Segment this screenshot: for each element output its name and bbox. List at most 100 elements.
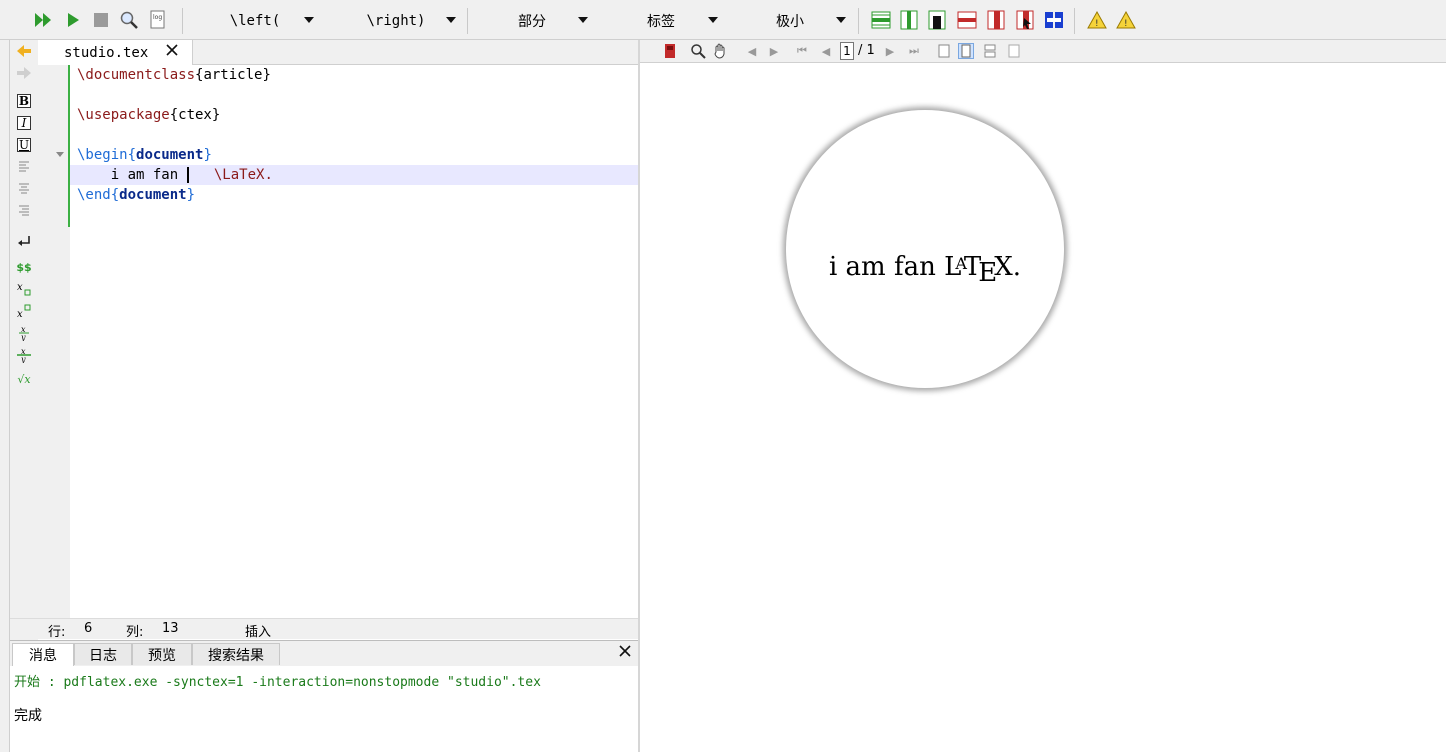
inline-math-button[interactable]: $$	[15, 258, 33, 276]
svg-text:y: y	[20, 355, 26, 363]
fraction-icon[interactable]: xy	[15, 324, 33, 342]
code-line-7: \end{document}	[77, 185, 195, 205]
pdf-preview[interactable]: i am fan LATEX.	[640, 63, 1446, 752]
forward-arrow-icon[interactable]	[15, 64, 33, 82]
svg-text:!: !	[1124, 19, 1128, 29]
left-delimiter-value: \left(	[229, 13, 281, 29]
previous-page-icon[interactable]: ◀	[818, 43, 834, 59]
chevron-down-icon	[578, 17, 588, 23]
rendered-text: i am fan LATEX.	[786, 252, 1064, 288]
page-number-input[interactable]: 1	[840, 42, 854, 60]
table-delete-cell-icon[interactable]	[1014, 9, 1036, 31]
table-add-column-icon[interactable]	[898, 9, 920, 31]
svg-text:y: y	[20, 333, 26, 341]
compile-done-message: 完成	[14, 708, 42, 724]
table-add-row-icon[interactable]	[870, 9, 892, 31]
column-value: 13	[162, 621, 179, 636]
left-delimiter-select[interactable]: \left(	[190, 8, 320, 34]
command-token: \usepackage	[77, 107, 170, 123]
section-select[interactable]: 部分	[470, 8, 594, 34]
tab-log[interactable]: 日志	[74, 643, 132, 665]
fold-marker-icon[interactable]	[56, 152, 64, 157]
code-line-1: \documentclass{article}	[77, 65, 271, 85]
double-play-icon[interactable]	[32, 9, 54, 31]
latex-logo: LATEX.	[944, 252, 1022, 288]
next-page-icon[interactable]: ▶	[882, 43, 898, 59]
warning-icon[interactable]: !	[1086, 9, 1108, 31]
close-icon[interactable]	[163, 43, 181, 61]
code-line-5: \begin{document}	[77, 145, 212, 165]
environment-token: document	[136, 147, 204, 163]
environment-token: document	[119, 187, 187, 203]
italic-button[interactable]: I	[17, 116, 31, 130]
svg-text:!: !	[1095, 19, 1099, 29]
subscript-icon[interactable]: x	[15, 280, 33, 298]
column-label: 列:	[126, 625, 144, 640]
side-panel-edge	[0, 40, 10, 752]
superscript-icon[interactable]: x	[15, 302, 33, 320]
chevron-down-icon	[304, 17, 314, 23]
svg-text:x: x	[17, 309, 23, 319]
tab-studio-tex[interactable]: studio.tex	[38, 40, 193, 65]
newline-icon[interactable]	[15, 232, 33, 250]
line-gutter	[38, 65, 70, 618]
tab-search-results[interactable]: 搜索结果	[192, 643, 280, 665]
command-token: \end	[77, 187, 111, 203]
tab-messages[interactable]: 消息	[12, 643, 74, 666]
label-select[interactable]: 标签	[598, 8, 724, 34]
tab-label: 日志	[89, 647, 117, 664]
editor-status-bar: 行: 6 列: 13 插入	[10, 618, 638, 640]
brace-token: }	[203, 147, 212, 163]
align-right-icon[interactable]	[15, 202, 33, 220]
row-value: 6	[84, 621, 93, 636]
play-icon[interactable]	[62, 9, 84, 31]
code-line-3: \usepackage{ctex}	[77, 105, 220, 125]
command-token: \LaTeX.	[213, 167, 273, 183]
hand-icon[interactable]	[712, 43, 728, 59]
back-arrow-icon[interactable]	[15, 42, 33, 60]
code-line-6: i am fan \LaTeX.	[77, 165, 273, 185]
svg-text:x: x	[17, 282, 23, 293]
tab-label: 搜索结果	[208, 647, 264, 664]
display-fraction-icon[interactable]: xy	[15, 346, 33, 364]
first-page-icon[interactable]: ⏮	[794, 43, 810, 59]
continuous-page-icon[interactable]	[982, 43, 998, 59]
sqrt-button[interactable]: √x	[15, 370, 33, 388]
underline-button[interactable]: U	[17, 138, 31, 152]
tab-label: studio.tex	[64, 44, 149, 61]
preview-text: i am fan	[828, 252, 936, 282]
font-size-select[interactable]: 极小	[728, 8, 852, 34]
log-icon[interactable]: log	[147, 9, 169, 31]
zoom-icon[interactable]	[690, 43, 706, 59]
section-value: 部分	[518, 14, 546, 30]
pdf-file-icon[interactable]	[662, 43, 678, 59]
magnifier-lens: i am fan LATEX.	[786, 110, 1064, 388]
code-editor[interactable]: \documentclass{article} \usepackage{ctex…	[70, 65, 638, 618]
stop-icon[interactable]	[90, 9, 112, 31]
fit-width-icon[interactable]	[936, 43, 952, 59]
chevron-down-icon	[708, 17, 718, 23]
editor-tab-bar: studio.tex	[38, 40, 638, 65]
back-icon[interactable]: ◀	[744, 43, 760, 59]
warning-next-icon[interactable]: !	[1115, 9, 1137, 31]
bold-button[interactable]: B	[17, 94, 31, 108]
brace-token: {	[127, 147, 137, 163]
insert-mode: 插入	[245, 625, 272, 640]
align-left-icon[interactable]	[15, 158, 33, 176]
fit-page-icon[interactable]	[1006, 43, 1022, 59]
tab-preview[interactable]: 预览	[132, 643, 192, 665]
close-icon[interactable]	[618, 644, 632, 662]
magnifier-icon[interactable]	[118, 9, 140, 31]
page-total: / 1	[858, 43, 875, 58]
forward-icon[interactable]: ▶	[766, 43, 782, 59]
row-label: 行:	[48, 625, 66, 640]
command-token: \begin	[77, 147, 128, 163]
table-split-icon[interactable]	[1043, 9, 1065, 31]
table-delete-row-icon[interactable]	[956, 9, 978, 31]
right-delimiter-select[interactable]: \right)	[330, 8, 462, 34]
last-page-icon[interactable]: ⏭	[906, 43, 922, 59]
single-page-icon[interactable]	[958, 43, 974, 59]
table-delete-column-icon[interactable]	[985, 9, 1007, 31]
table-cell-icon[interactable]	[926, 9, 948, 31]
align-center-icon[interactable]	[15, 180, 33, 198]
